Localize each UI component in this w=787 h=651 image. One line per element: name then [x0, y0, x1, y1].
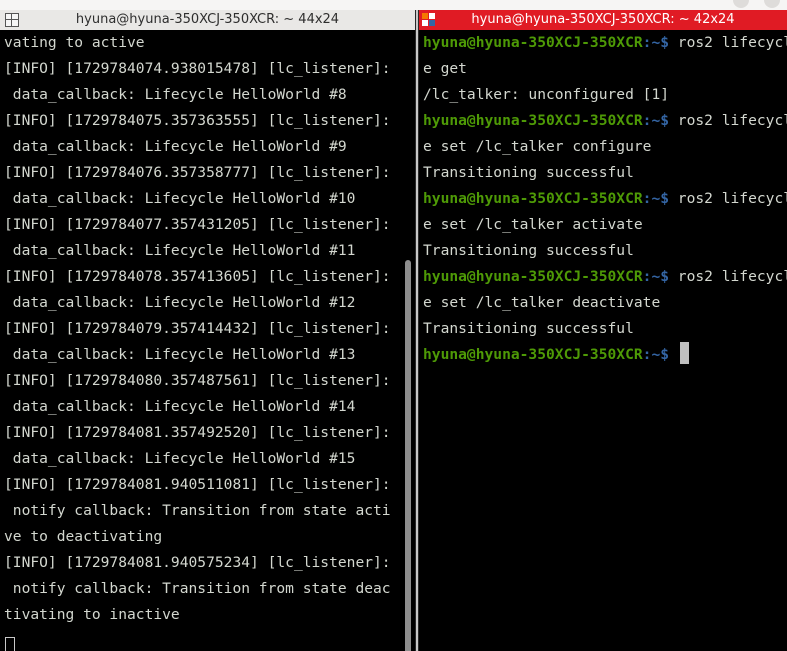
terminal-line: data_callback: Lifecycle HelloWorld #14 — [4, 398, 356, 415]
terminal-line: [INFO] [1729784075.357363555] [lc_listen… — [4, 112, 391, 129]
terminal-line: [INFO] [1729784081.940575234] [lc_listen… — [4, 554, 391, 571]
prompt-path: :~$ — [642, 190, 670, 207]
terminal-line: [INFO] [1729784081.940511081] [lc_listen… — [4, 476, 391, 493]
terminal-line: notify callback: Transition from state d… — [4, 580, 391, 597]
terminal-prompt-line: hyuna@hyuna-350XCJ-350XCR:~$ ros2 lifecy… — [423, 30, 787, 56]
terminal-text: Transitioning successful — [423, 242, 634, 259]
terminal-text: Transitioning successful — [423, 320, 634, 337]
terminal-text: e set /lc_talker activate — [423, 216, 643, 233]
terminal-text: ros2 lifecycl — [669, 268, 787, 285]
terminal-cursor — [5, 637, 15, 651]
terminal-line: Transitioning successful — [423, 160, 787, 186]
terminal-line: /lc_talker: unconfigured [1] — [423, 82, 787, 108]
terminal-line: notify callback: Transition from state a… — [4, 502, 391, 519]
terminal-line: e set /lc_talker configure — [423, 134, 787, 160]
terminal-line: e set /lc_talker activate — [423, 212, 787, 238]
terminal-line: data_callback: Lifecycle HelloWorld #13 — [4, 346, 356, 363]
split-terminal-icon[interactable] — [5, 13, 19, 27]
terminal-prompt-line: hyuna@hyuna-350XCJ-350XCR:~$ ros2 lifecy… — [423, 108, 787, 134]
terminal-line: [INFO] [1729784077.357431205] [lc_listen… — [4, 216, 391, 233]
right-terminal-output[interactable]: hyuna@hyuna-350XCJ-350XCR:~$ ros2 lifecy… — [423, 30, 787, 368]
terminal-line: [INFO] [1729784079.357414432] [lc_listen… — [4, 320, 391, 337]
terminal-text: ros2 lifecycl — [669, 190, 787, 207]
left-terminal-titlebar[interactable]: hyuna@hyuna-350XCJ-350XCR: ~ 44x24 — [0, 10, 415, 30]
window-control[interactable] — [764, 0, 780, 8]
terminal-line: data_callback: Lifecycle HelloWorld #10 — [4, 190, 356, 207]
terminal-text: ros2 lifecycl — [669, 34, 787, 51]
prompt-user: hyuna@hyuna-350XCJ-350XCR — [423, 112, 643, 129]
terminal-line: e get — [423, 56, 787, 82]
prompt-path: :~$ — [642, 112, 670, 129]
right-terminal-pane[interactable]: hyuna@hyuna-350XCJ-350XCR: ~ 42x24 hyuna… — [419, 10, 787, 651]
terminal-line: data_callback: Lifecycle HelloWorld #11 — [4, 242, 356, 259]
left-terminal-pane[interactable]: hyuna@hyuna-350XCJ-350XCR: ~ 44x24 vatin… — [0, 10, 415, 651]
terminal-text: /lc_talker: unconfigured [1] — [423, 86, 670, 103]
terminal-line: tivating to inactive — [4, 606, 180, 623]
terminal-cursor — [679, 342, 689, 364]
terminal-line: data_callback: Lifecycle HelloWorld #8 — [4, 86, 347, 103]
terminal-prompt-line: hyuna@hyuna-350XCJ-350XCR:~$ ros2 lifecy… — [423, 264, 787, 290]
scrollbar[interactable] — [405, 260, 411, 651]
terminal-text: e set /lc_talker configure — [423, 138, 652, 155]
window-top-strip — [0, 0, 787, 10]
terminal-line: [INFO] [1729784080.357487561] [lc_listen… — [4, 372, 391, 389]
right-terminal-title: hyuna@hyuna-350XCJ-350XCR: ~ 42x24 — [471, 12, 735, 27]
terminal-line: [INFO] [1729784081.357492520] [lc_listen… — [4, 424, 391, 441]
terminator-icon[interactable] — [422, 13, 436, 27]
terminal-line: vating to active — [4, 34, 145, 51]
terminal-line: data_callback: Lifecycle HelloWorld #15 — [4, 450, 356, 467]
window-control[interactable] — [733, 0, 749, 8]
terminal-text: ros2 lifecycl — [669, 112, 787, 129]
prompt-path: :~$ — [642, 34, 670, 51]
prompt-path: :~$ — [642, 346, 670, 363]
left-terminal-output[interactable]: vating to active [INFO] [1729784074.93801… — [4, 30, 391, 628]
terminal-prompt-line: hyuna@hyuna-350XCJ-350XCR:~$ — [423, 342, 787, 368]
prompt-user: hyuna@hyuna-350XCJ-350XCR — [423, 34, 643, 51]
left-terminal-title: hyuna@hyuna-350XCJ-350XCR: ~ 44x24 — [75, 12, 340, 27]
prompt-user: hyuna@hyuna-350XCJ-350XCR — [423, 190, 643, 207]
prompt-user: hyuna@hyuna-350XCJ-350XCR — [423, 346, 643, 363]
terminal-line: [INFO] [1729784074.938015478] [lc_listen… — [4, 60, 391, 77]
terminal-line: ve to deactivating — [4, 528, 163, 545]
terminal-line: Transitioning successful — [423, 316, 787, 342]
prompt-path: :~$ — [642, 268, 670, 285]
terminal-text: e set /lc_talker deactivate — [423, 294, 661, 311]
prompt-user: hyuna@hyuna-350XCJ-350XCR — [423, 268, 643, 285]
terminal-line: [INFO] [1729784078.357413605] [lc_listen… — [4, 268, 391, 285]
terminal-line: e set /lc_talker deactivate — [423, 290, 787, 316]
terminal-line: data_callback: Lifecycle HelloWorld #9 — [4, 138, 347, 155]
terminal-text: e get — [423, 60, 467, 77]
terminal-line: data_callback: Lifecycle HelloWorld #12 — [4, 294, 356, 311]
terminal-text: Transitioning successful — [423, 164, 634, 181]
terminal-line: [INFO] [1729784076.357358777] [lc_listen… — [4, 164, 391, 181]
terminal-prompt-line: hyuna@hyuna-350XCJ-350XCR:~$ ros2 lifecy… — [423, 186, 787, 212]
right-terminal-titlebar[interactable]: hyuna@hyuna-350XCJ-350XCR: ~ 42x24 — [419, 10, 787, 30]
terminal-line: Transitioning successful — [423, 238, 787, 264]
